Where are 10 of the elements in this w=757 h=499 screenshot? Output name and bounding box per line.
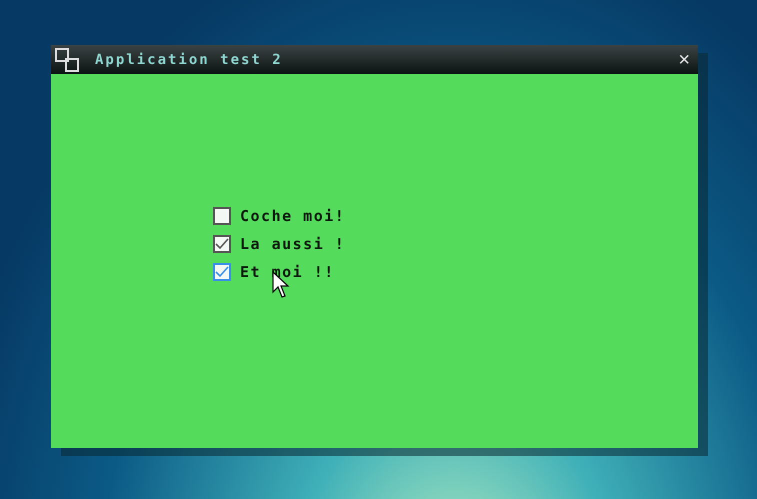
check-icon [215, 238, 229, 250]
checkbox-label: La aussi ! [240, 235, 346, 253]
checkbox-label: Coche moi! [240, 207, 346, 225]
window-title: Application test 2 [95, 52, 284, 68]
check-icon [215, 266, 229, 278]
window-icon [55, 48, 79, 72]
close-button[interactable]: × [678, 50, 690, 70]
checkbox[interactable] [213, 263, 231, 281]
checkbox[interactable] [213, 207, 231, 225]
checkbox[interactable] [213, 235, 231, 253]
